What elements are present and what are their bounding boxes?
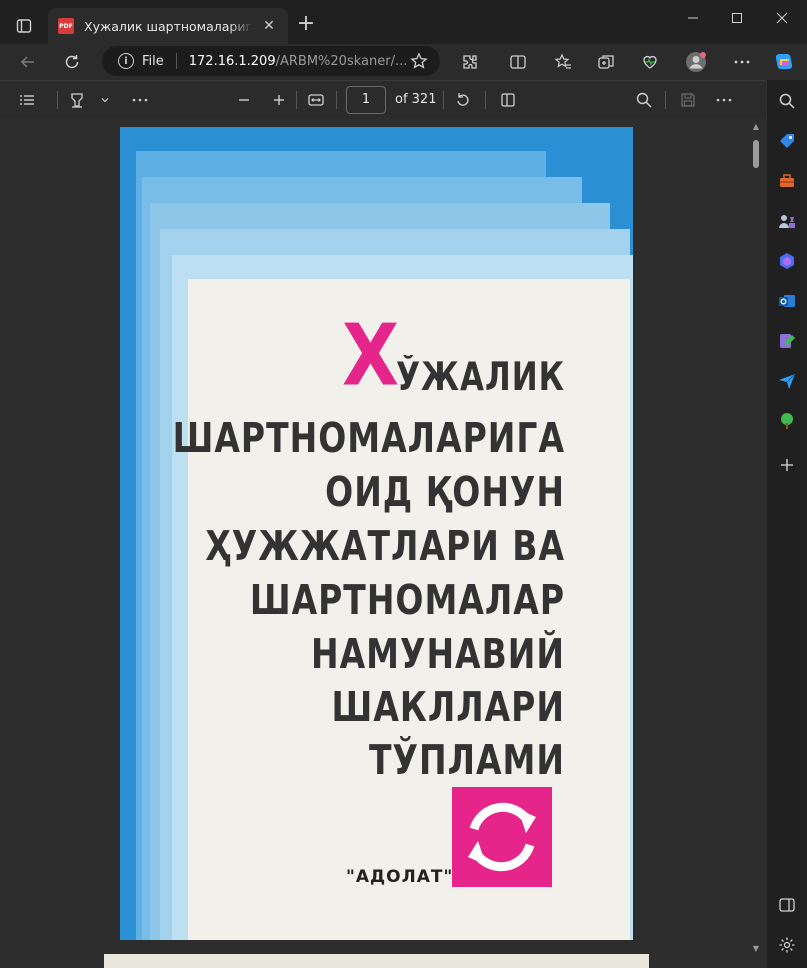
title-line: ШАРТНОМАЛАРИГА — [172, 413, 565, 462]
address-bar[interactable]: i File 172.16.1.209/ARBM%20skaner/... — [102, 46, 440, 76]
settings-more-icon[interactable] — [730, 50, 754, 74]
zoom-in-icon[interactable] — [268, 89, 290, 111]
save-icon[interactable] — [677, 89, 699, 111]
title-bar: PDF Хужалик шартномаларига оид қ ✕ + — [0, 0, 807, 44]
browser-essentials-icon[interactable] — [638, 50, 662, 74]
toolbar-separator — [485, 91, 486, 109]
zoom-out-icon[interactable] — [233, 89, 255, 111]
search-icon[interactable] — [633, 89, 655, 111]
page-view-icon[interactable] — [497, 89, 519, 111]
publisher-name: "АДОЛАТ" — [346, 867, 454, 887]
toolbar-separator — [57, 91, 58, 109]
toolbar-separator — [296, 91, 297, 109]
close-tab-icon[interactable]: ✕ — [260, 17, 278, 35]
hide-sidebar-icon[interactable] — [775, 893, 799, 917]
pdf-toolbar: 1 of 321 — [0, 80, 766, 118]
collections-icon[interactable] — [594, 50, 618, 74]
scrollbar-thumb[interactable] — [753, 140, 759, 168]
publisher-logo — [452, 787, 552, 887]
sidebar-search-icon[interactable] — [775, 89, 799, 113]
title-line: ОИД ҚОНУН — [325, 467, 565, 516]
navigation-bar: i File 172.16.1.209/ARBM%20skaner/... — [0, 44, 807, 80]
pdf-more-options-icon[interactable] — [713, 89, 735, 111]
sidebar-add-icon[interactable] — [775, 453, 799, 477]
pdf-file-icon: PDF — [58, 18, 74, 34]
recycle-arrows-icon — [468, 802, 536, 872]
sidebar-tools-icon[interactable] — [775, 169, 799, 193]
scroll-down-arrow-icon[interactable]: ▼ — [751, 944, 761, 954]
url-path: /ARBM%20skaner/... — [275, 53, 408, 69]
split-screen-icon[interactable] — [506, 50, 530, 74]
title-line: ТЎПЛАМИ — [369, 735, 565, 784]
copilot-icon[interactable] — [772, 50, 796, 74]
extensions-icon[interactable] — [458, 50, 482, 74]
profile-avatar[interactable] — [684, 50, 708, 74]
sidebar-copilot-icon[interactable] — [775, 249, 799, 273]
highlight-icon[interactable] — [66, 89, 88, 111]
tab-active[interactable]: PDF Хужалик шартномаларига оид қ ✕ — [48, 8, 288, 44]
sidebar-shopping-icon[interactable] — [775, 129, 799, 153]
toolbar-separator — [665, 91, 666, 109]
next-page-edge — [104, 954, 649, 968]
title-line: ЎЖАЛИК — [396, 355, 565, 400]
toolbar-separator — [336, 91, 337, 109]
close-window-icon[interactable] — [772, 8, 792, 28]
minimize-icon[interactable] — [683, 8, 703, 28]
title-initial-letter: Х — [342, 306, 400, 405]
scroll-up-arrow-icon[interactable]: ▲ — [751, 122, 761, 132]
url-host: 172.16.1.209 — [188, 53, 276, 69]
vertical-scrollbar[interactable]: ▲ ▼ — [750, 122, 762, 968]
sidebar-games-icon[interactable] — [775, 209, 799, 233]
title-line: ШАКЛЛАРИ — [331, 682, 565, 731]
new-tab-icon[interactable]: + — [294, 13, 318, 37]
maximize-icon[interactable] — [727, 8, 747, 28]
title-line: ШАРТНОМАЛАР — [249, 575, 565, 624]
edge-sidebar — [766, 80, 807, 968]
sidebar-send-icon[interactable] — [775, 369, 799, 393]
more-tools-icon[interactable] — [129, 89, 151, 111]
title-line: НАМУНАВИЙ — [311, 629, 565, 678]
sidebar-tree-icon[interactable] — [775, 409, 799, 433]
favorite-star-icon[interactable] — [410, 52, 428, 70]
book-cover-page: Х ЎЖАЛИК ШАРТНОМАЛАРИГА ОИД ҚОНУН ҲУЖЖАТ… — [120, 127, 633, 940]
back-icon[interactable] — [16, 50, 40, 74]
favorites-icon[interactable] — [551, 50, 575, 74]
tab-title: Хужалик шартномаларига оид қ — [84, 18, 254, 34]
sidebar-settings-gear-icon[interactable] — [775, 933, 799, 957]
site-info-icon[interactable]: i — [118, 53, 134, 69]
fit-to-width-icon[interactable] — [305, 89, 327, 111]
sidebar-outlook-icon[interactable] — [775, 289, 799, 313]
toolbar-separator — [443, 91, 444, 109]
title-line: ҲУЖЖАТЛАРИ ВА — [205, 521, 565, 570]
address-separator — [175, 53, 177, 69]
refresh-icon[interactable] — [60, 50, 84, 74]
chevron-down-icon[interactable] — [94, 89, 116, 111]
sidebar-drop-icon[interactable] — [775, 329, 799, 353]
tab-actions-menu-icon[interactable] — [10, 12, 38, 40]
url-scheme: File — [142, 53, 164, 69]
page-number-input[interactable]: 1 — [346, 86, 386, 114]
table-of-contents-icon[interactable] — [16, 89, 38, 111]
page-total: of 321 — [395, 92, 437, 107]
rotate-icon[interactable] — [452, 89, 474, 111]
